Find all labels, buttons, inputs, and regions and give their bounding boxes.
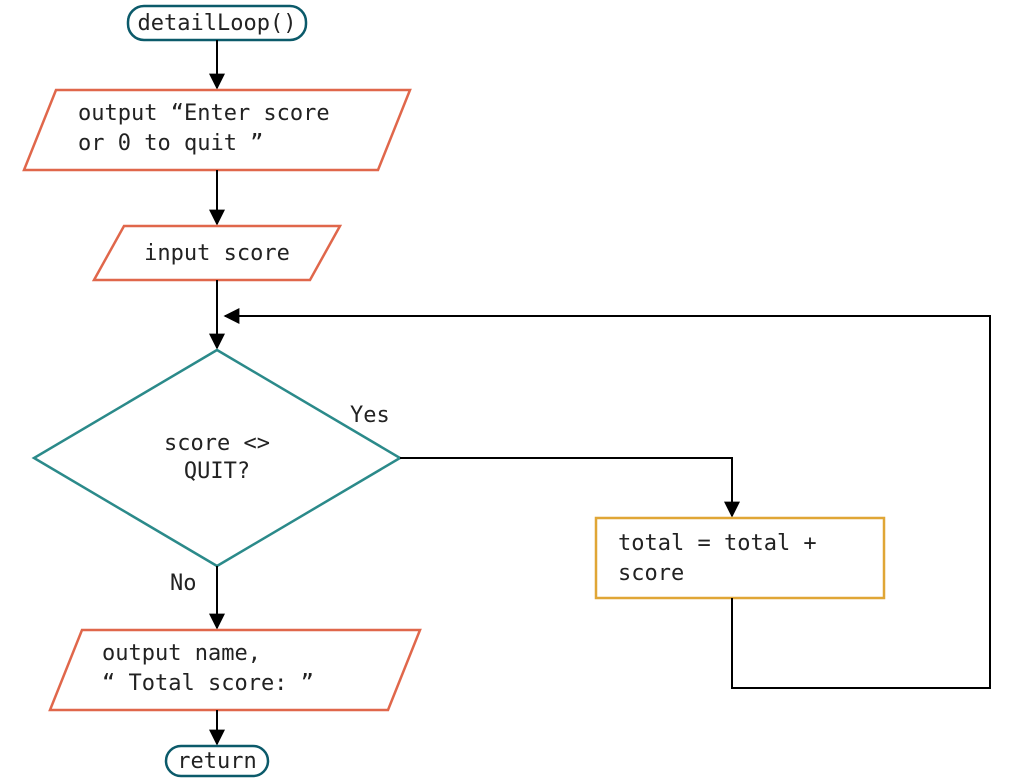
terminator-start-label: detailLoop() bbox=[138, 11, 297, 36]
io-prompt-line2: or 0 to quit ” bbox=[78, 131, 263, 156]
io-input: input score bbox=[94, 226, 340, 280]
io-output: output name, “ Total score: ” bbox=[50, 630, 420, 710]
flowchart-canvas: detailLoop() output “Enter score or 0 to… bbox=[0, 0, 1024, 781]
io-output-line2: “ Total score: ” bbox=[102, 671, 314, 696]
decision-no-label: No bbox=[170, 571, 197, 596]
terminator-start: detailLoop() bbox=[128, 6, 306, 40]
terminator-end-label: return bbox=[177, 749, 256, 774]
io-prompt-line1: output “Enter score bbox=[78, 101, 330, 126]
io-output-line1: output name, bbox=[102, 641, 261, 666]
process-line2: score bbox=[618, 561, 684, 586]
edge-yes-to-process bbox=[400, 458, 732, 516]
io-prompt: output “Enter score or 0 to quit ” bbox=[24, 90, 410, 170]
decision-yes-label: Yes bbox=[350, 403, 390, 428]
decision-score-quit: score <> QUIT? bbox=[34, 350, 400, 566]
terminator-end: return bbox=[166, 746, 268, 776]
decision-line1: score <> bbox=[164, 431, 270, 456]
process-total: total = total + score bbox=[596, 518, 884, 598]
io-input-label: input score bbox=[144, 241, 290, 266]
process-line1: total = total + bbox=[618, 531, 817, 556]
decision-line2: QUIT? bbox=[184, 459, 250, 484]
